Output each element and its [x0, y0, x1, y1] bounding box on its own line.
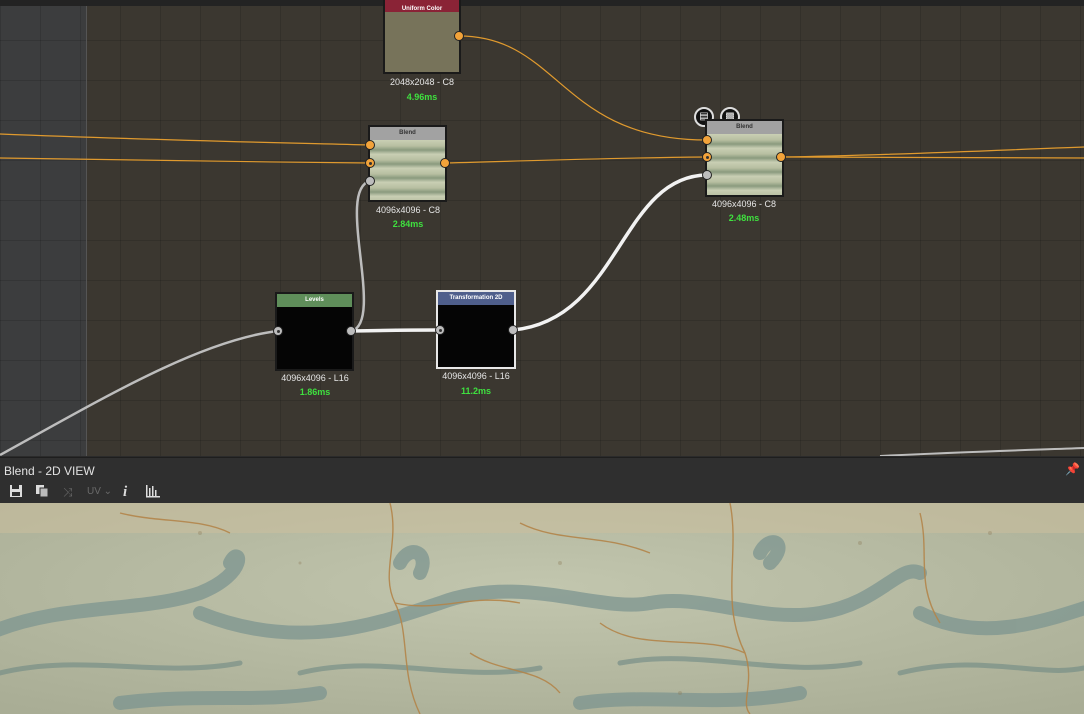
node-blend-1[interactable]: Blend	[368, 125, 447, 202]
info-icon[interactable]: i	[123, 484, 127, 500]
wire-uniform-to-blend2	[458, 35, 708, 141]
wire-bottom-right	[879, 447, 1084, 456]
input-pin-foreground[interactable]	[365, 140, 375, 150]
wire-left-to-blend1-b	[0, 157, 371, 164]
node-resolution: 4096x4096 - C8	[375, 205, 441, 215]
node-resolution: 4096x4096 - L16	[442, 371, 510, 381]
input-pin[interactable]	[273, 326, 283, 336]
uv-label: UV	[87, 486, 101, 497]
node-time: 11.2ms	[460, 386, 492, 396]
node-resolution: 2048x2048 - C8	[389, 77, 455, 87]
histogram-icon[interactable]	[145, 484, 161, 500]
wire-blend1-to-blend2	[444, 156, 708, 164]
wire-transform-to-blend2-mask	[512, 173, 708, 332]
output-pin[interactable]	[776, 152, 786, 162]
save-icon[interactable]	[9, 484, 23, 500]
input-pin-mask[interactable]	[365, 176, 375, 186]
output-pin[interactable]	[440, 158, 450, 168]
wire-levels-to-transform	[351, 328, 440, 333]
input-pin[interactable]	[435, 325, 445, 335]
node-time: 2.48ms	[728, 213, 760, 223]
node-title: Uniform Color	[385, 0, 459, 12]
node-title: Levels	[277, 294, 352, 307]
node-levels[interactable]: Levels	[275, 292, 354, 371]
wire-left-to-levels	[0, 329, 279, 456]
node-time: 1.86ms	[299, 387, 331, 397]
input-pin-background[interactable]	[702, 152, 712, 162]
uv-dropdown[interactable]: UV ⌄	[87, 484, 112, 500]
node-title: Blend	[370, 127, 445, 140]
node-graph[interactable]: Uniform Color 2048x2048 - C8 4.96ms Blen…	[0, 0, 1084, 456]
node-time: 4.96ms	[406, 92, 438, 102]
input-pin-background[interactable]	[365, 158, 375, 168]
node-title: Blend	[707, 121, 782, 134]
copy-icon[interactable]	[35, 484, 49, 500]
view-toolbar: ⤨ UV ⌄ i	[0, 481, 1084, 503]
node-blend-2[interactable]: Blend	[705, 119, 784, 197]
2d-view-canvas[interactable]	[0, 503, 1084, 714]
node-thumbnail	[370, 140, 445, 200]
wire-blend2-out	[780, 146, 1084, 158]
node-resolution: 4096x4096 - C8	[711, 199, 777, 209]
texture-preview	[0, 503, 1084, 714]
input-pin-foreground[interactable]	[702, 135, 712, 145]
wire-left-to-blend1-a	[0, 133, 371, 146]
node-time: 2.84ms	[392, 219, 424, 229]
wires	[0, 35, 1084, 456]
output-pin[interactable]	[454, 31, 464, 41]
node-title: Transformation 2D	[438, 292, 514, 305]
wire-levels-to-blend1-mask	[351, 179, 371, 333]
input-pin-mask[interactable]	[702, 170, 712, 180]
pin-icon[interactable]: 📌	[1065, 462, 1080, 476]
wire-blend2-out-2	[780, 156, 1084, 159]
panel-title: Blend - 2D VIEW	[4, 464, 95, 478]
node-transformation-2d[interactable]: Transformation 2D	[436, 290, 516, 369]
node-resolution: 4096x4096 - L16	[281, 373, 349, 383]
node-thumbnail	[707, 134, 782, 195]
output-pin[interactable]	[508, 325, 518, 335]
share-icon[interactable]: ⤨	[63, 484, 73, 500]
output-pin[interactable]	[346, 326, 356, 336]
panel-header: Blend - 2D VIEW 📌	[0, 457, 1084, 482]
node-uniform-color[interactable]: Uniform Color	[383, 0, 461, 74]
